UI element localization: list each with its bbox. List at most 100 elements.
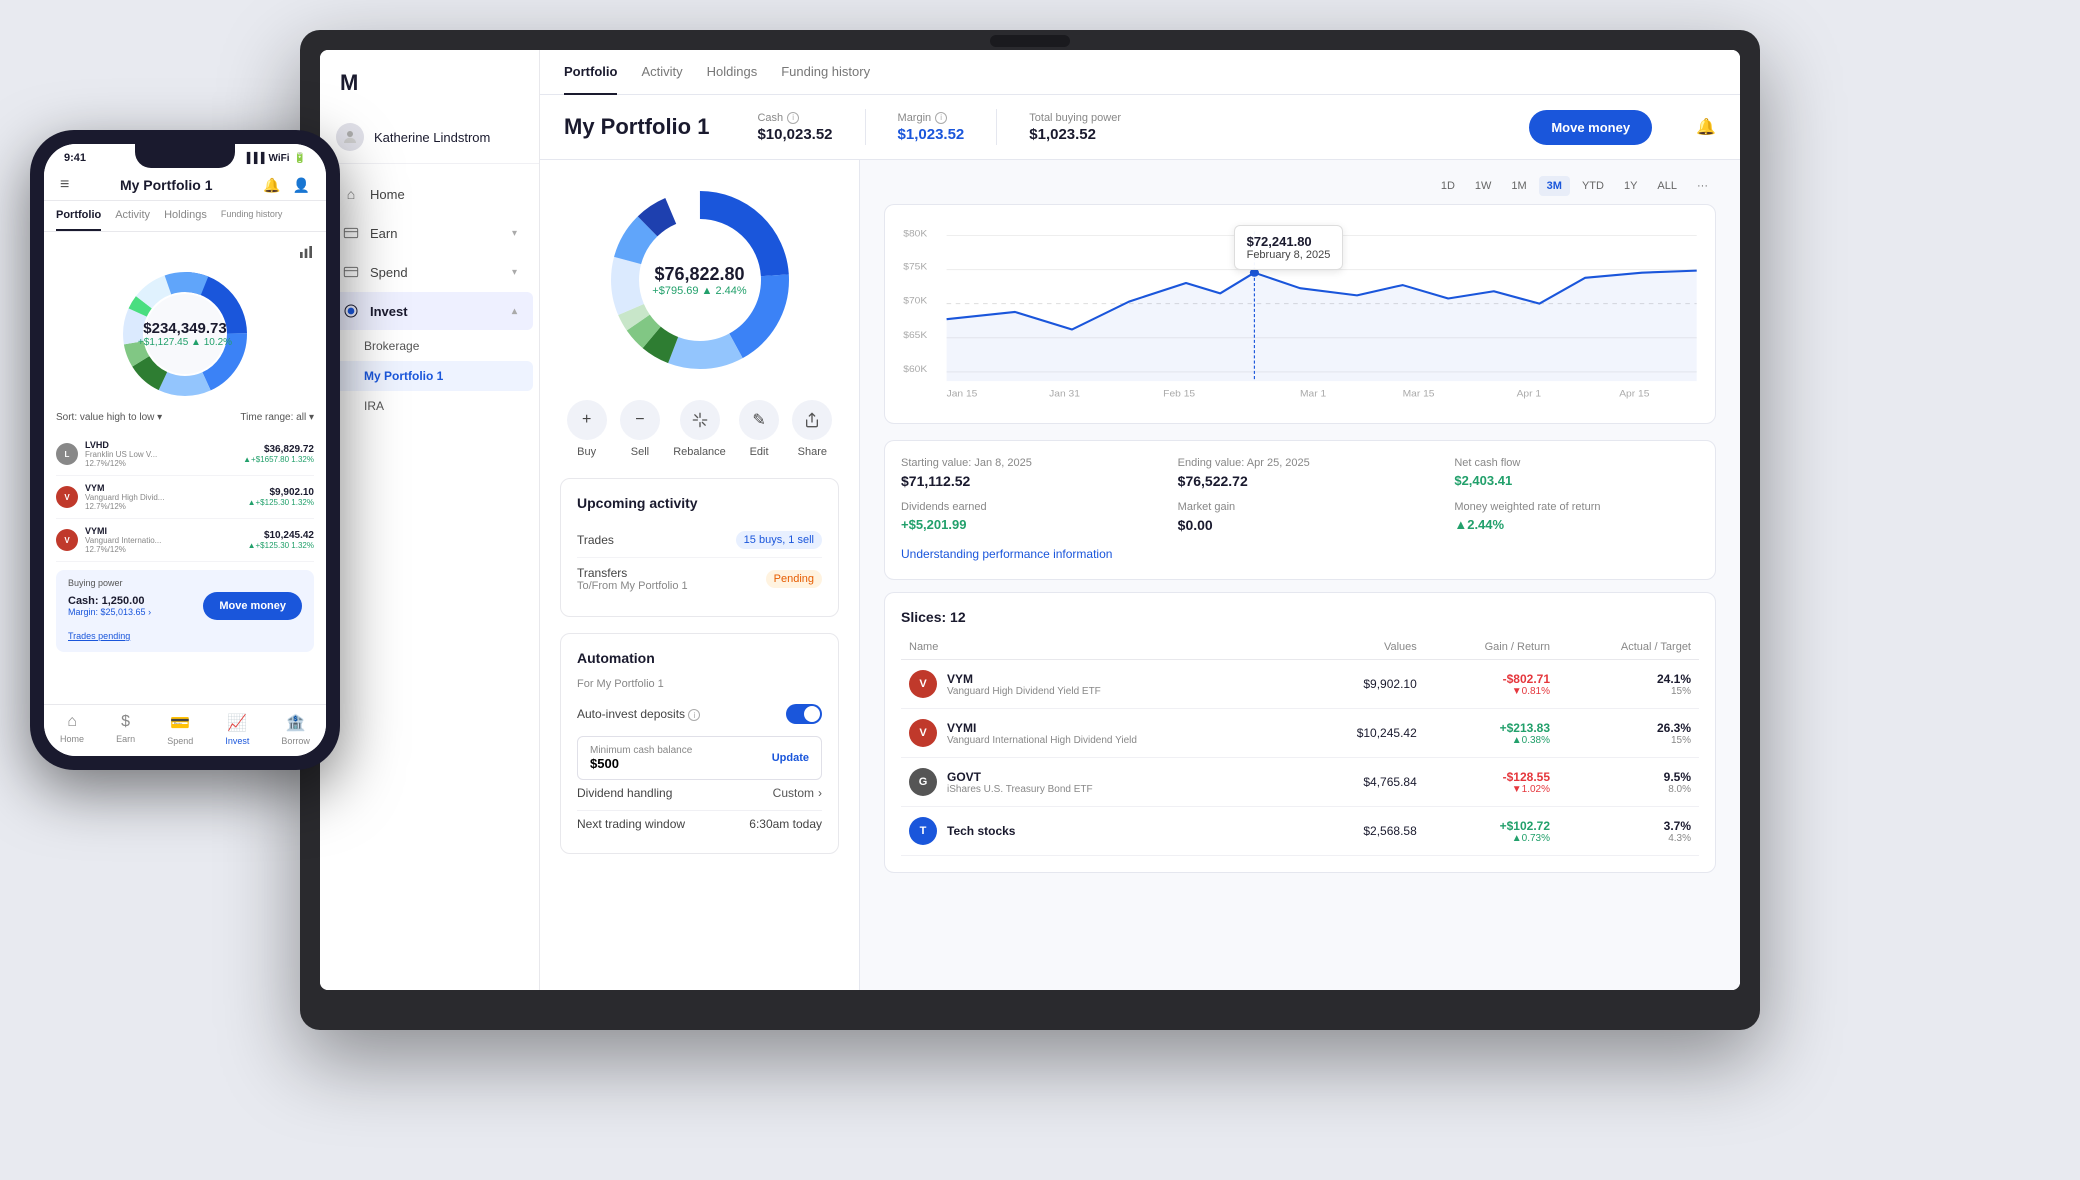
rebalance-button[interactable]: Rebalance [673,400,726,458]
share-label: Share [798,446,827,458]
phone-time-range[interactable]: Time range: all ▾ [240,412,314,423]
svg-text:Jan 31: Jan 31 [1049,389,1080,399]
phone-bp-margin[interactable]: Margin: $25,013.65 › [68,607,151,617]
sidebar-sub-brokerage[interactable]: Brokerage [320,331,539,361]
upcoming-activity-title: Upcoming activity [577,495,822,511]
phone-tab-portfolio[interactable]: Portfolio [56,201,101,231]
net-cash-stat: Net cash flow $2,403.41 [1454,457,1699,489]
bell-icon[interactable]: 🔔 [1696,117,1716,137]
sell-button[interactable]: − Sell [620,400,660,458]
update-cash-button[interactable]: Update [772,752,809,764]
tab-holdings[interactable]: Holdings [707,50,758,95]
svg-text:$65K: $65K [903,330,927,340]
time-chevron: ▾ [309,412,314,423]
phone-bell-icon[interactable]: 🔔 [263,177,280,194]
buy-button[interactable]: + Buy [567,400,607,458]
stat-cash-label: Cash i [757,112,832,124]
understanding-link[interactable]: Understanding performance information [901,547,1112,561]
time-btn-ytd[interactable]: YTD [1574,176,1612,196]
tab-portfolio[interactable]: Portfolio [564,50,617,95]
laptop-notch [990,35,1070,47]
auto-invest-label: Auto-invest deposits i [577,707,700,722]
sidebar-sub-ira-label: IRA [364,399,384,413]
phone-tab-funding[interactable]: Funding history [221,201,283,231]
next-trading-value: 6:30am today [749,817,822,831]
transfers-sub: To/From My Portfolio 1 [577,580,688,592]
invest-icon [342,302,360,320]
time-btn-3m[interactable]: 3M [1539,176,1570,196]
time-btn-more[interactable]: ··· [1689,176,1716,196]
hamburger-icon[interactable]: ≡ [60,176,69,194]
ending-value-stat: Ending value: Apr 25, 2025 $76,522.72 [1178,457,1423,489]
phone-holdings-list: L LVHD Franklin US Low V... 12.7%/12% $3… [56,433,314,562]
phone-invest-label: Invest [225,736,249,746]
phone-portfolio-title: My Portfolio 1 [120,177,213,193]
table-row[interactable]: V VYMI Vanguard International High Divid… [901,709,1699,758]
phone-holding-row[interactable]: L LVHD Franklin US Low V... 12.7%/12% $3… [56,433,314,476]
phone-chart-icon[interactable] [56,244,314,260]
table-row[interactable]: G GOVT iShares U.S. Treasury Bond ETF $4… [901,758,1699,807]
col-gain: Gain / Return [1425,635,1558,660]
phone-sort-label[interactable]: Sort: value high to low ▾ [56,412,162,423]
stat-buying-power: Total buying power $1,023.52 [1029,112,1121,143]
time-btn-all[interactable]: ALL [1649,176,1685,196]
min-cash-label: Minimum cash balance [590,745,692,756]
auto-invest-toggle[interactable] [786,704,822,724]
market-gain-label: Market gain [1178,501,1423,513]
net-cash-label[interactable]: Net cash flow [1454,457,1699,469]
phone-trades-pending[interactable]: Trades pending [68,631,130,641]
buy-icon: + [567,400,607,440]
phone-nav-borrow[interactable]: 🏦 Borrow [281,713,310,746]
phone-nav-invest[interactable]: 📈 Invest [225,713,249,746]
phone-tabs: Portfolio Activity Holdings Funding hist… [44,201,326,232]
phone-move-money-button[interactable]: Move money [203,592,302,620]
tooltip-date: February 8, 2025 [1247,249,1331,261]
phone-invest-icon: 📈 [227,713,247,733]
earn-chevron: ▾ [512,228,517,239]
phone-tab-activity[interactable]: Activity [115,201,150,231]
table-row[interactable]: T Tech stocks $2,568.58 +$102.72 ▲0.73% … [901,807,1699,856]
phone-user-icon[interactable]: 👤 [293,177,310,194]
dividend-custom-button[interactable]: Custom › [773,786,822,800]
col-actual: Actual / Target [1558,635,1699,660]
donut-chart-container: $76,822.80 +$795.69 ▲ 2.44% [560,180,839,380]
move-money-button[interactable]: Move money [1529,110,1652,145]
auto-invest-row: Auto-invest deposits i [577,698,822,730]
automation-title: Automation [577,650,822,666]
phone-borrow-icon: 🏦 [286,713,306,733]
phone-nav-home[interactable]: ⌂ Home [60,713,84,746]
phone-borrow-label: Borrow [281,736,310,746]
phone-nav-earn[interactable]: $ Earn [116,713,135,746]
tab-activity[interactable]: Activity [641,50,682,95]
phone-spend-label: Spend [167,736,193,746]
tab-funding-history[interactable]: Funding history [781,50,870,95]
col-name: Name [901,635,1300,660]
sidebar-user[interactable]: Katherine Lindstrom [320,111,539,164]
sidebar-item-earn[interactable]: Earn ▾ [326,214,533,252]
time-btn-1w[interactable]: 1W [1467,176,1500,196]
time-btn-1m[interactable]: 1M [1503,176,1534,196]
phone-tab-holdings[interactable]: Holdings [164,201,207,231]
time-btn-1y[interactable]: 1Y [1616,176,1645,196]
time-btn-1d[interactable]: 1D [1433,176,1463,196]
transfers-row: Transfers To/From My Portfolio 1 Pending [577,558,822,600]
portfolio-title: My Portfolio 1 [564,114,709,140]
phone-shell: 9:41 ▐▐▐ WiFi 🔋 ≡ My Portfolio 1 🔔 👤 Por… [30,130,340,770]
phone-nav-spend[interactable]: 💳 Spend [167,713,193,746]
sidebar-sub-ira[interactable]: IRA [320,391,539,421]
sidebar-item-spend[interactable]: Spend ▾ [326,253,533,291]
phone-holding-row[interactable]: V VYM Vanguard High Divid... 12.7%/12% $… [56,476,314,519]
auto-invest-info[interactable]: i [688,709,700,721]
sidebar-item-home[interactable]: ⌂ Home [326,175,533,213]
sidebar-sub-portfolio1[interactable]: My Portfolio 1 [326,361,533,391]
phone-home-icon: ⌂ [67,713,77,731]
dividend-row: Dividend handling Custom › [577,780,822,806]
margin-info-icon[interactable]: i [935,112,947,124]
phone-holding-row[interactable]: V VYMI Vanguard Internatio... 12.7%/12% … [56,519,314,562]
sidebar-item-invest[interactable]: Invest ▴ [326,292,533,330]
trades-row: Trades 15 buys, 1 sell [577,523,822,558]
table-row[interactable]: V VYM Vanguard High Dividend Yield ETF $… [901,660,1699,709]
edit-button[interactable]: ✎ Edit [739,400,779,458]
share-button[interactable]: Share [792,400,832,458]
cash-info-icon[interactable]: i [787,112,799,124]
